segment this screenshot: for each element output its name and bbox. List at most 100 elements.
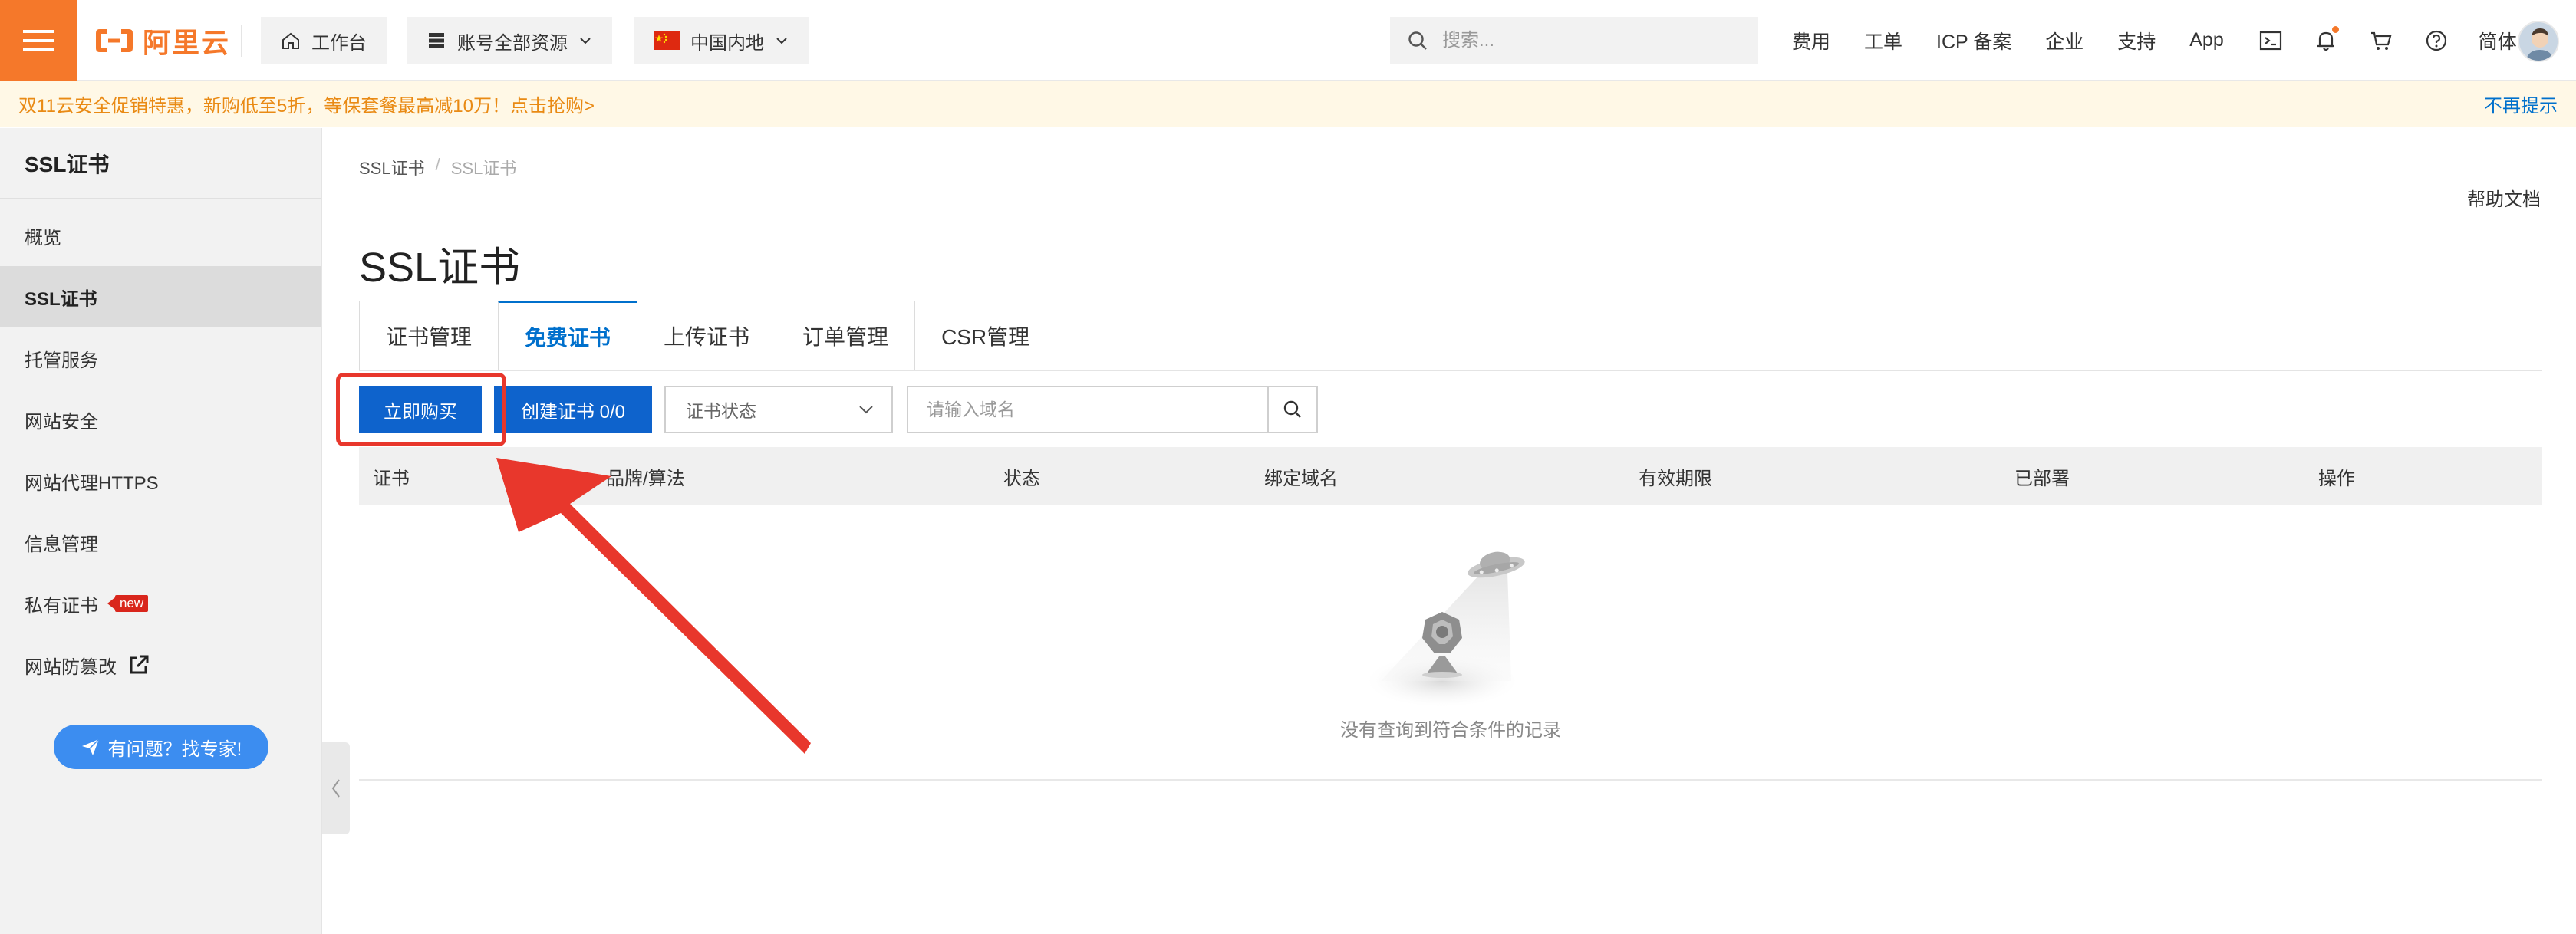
sidebar-item-info-management[interactable]: 信息管理 — [0, 511, 321, 573]
sidebar-item-tamper-protection[interactable]: 网站防篡改 — [0, 634, 321, 696]
hamburger-menu-button[interactable] — [0, 0, 77, 81]
column-header-domain: 绑定域名 — [1264, 468, 1338, 489]
aliyun-logo[interactable]: 阿里云 — [94, 23, 230, 58]
promotion-link[interactable]: 双11云安全促销特惠，新购低至5折，等保套餐最高减10万！点击抢购> — [18, 90, 595, 117]
sidebar-item-managed-service[interactable]: 托管服务 — [0, 327, 321, 389]
paper-plane-icon — [81, 738, 100, 755]
sidebar-item-label: 信息管理 — [25, 534, 98, 555]
divider — [241, 25, 242, 57]
tab-cert-management[interactable]: 证书管理 — [359, 301, 499, 371]
global-search-input[interactable] — [1441, 29, 1732, 52]
tab-csr-management[interactable]: CSR管理 — [914, 301, 1057, 371]
top-navigation-bar: 阿里云 工作台 账号全部资源 中国内地 搜索... 费用 工单 ICP 备案 企… — [0, 0, 2576, 81]
table-bottom-border — [359, 779, 2542, 781]
enterprise-link[interactable]: 企业 — [2045, 27, 2084, 54]
avatar-icon — [2519, 22, 2558, 61]
new-badge: new — [107, 595, 149, 612]
logo-text: 阿里云 — [143, 27, 231, 58]
cert-status-select[interactable]: 证书状态 — [664, 386, 893, 433]
resources-dropdown[interactable]: 账号全部资源 — [407, 17, 612, 64]
server-icon — [429, 33, 444, 48]
page-title: SSL证书 — [359, 245, 521, 291]
notification-dot — [2331, 25, 2339, 33]
domain-search-button[interactable] — [1267, 387, 1316, 432]
empty-ufo-illustration-icon — [1367, 551, 1525, 707]
workbench-label: 工作台 — [311, 32, 367, 54]
sidebar-item-label: 托管服务 — [25, 350, 98, 371]
tab-order-management[interactable]: 订单管理 — [776, 301, 915, 371]
sidebar-item-label: 网站安全 — [25, 411, 98, 432]
chevron-down-icon — [580, 38, 591, 44]
user-avatar[interactable] — [2518, 21, 2559, 62]
cart-icon — [2370, 31, 2392, 50]
sidebar-title: SSL证书 — [0, 128, 321, 199]
sidebar: SSL证书 概览 SSL证书 托管服务 网站安全 网站代理HTTPS 信息管理 … — [0, 128, 322, 934]
sidebar-item-website-security[interactable]: 网站安全 — [0, 389, 321, 450]
tab-label: 免费证书 — [525, 326, 611, 350]
ticket-link[interactable]: 工单 — [1864, 27, 1902, 54]
terminal-button[interactable] — [2258, 28, 2284, 54]
breadcrumb-root-link[interactable]: SSL证书 — [359, 155, 425, 179]
breadcrumb: SSL证书 / SSL证书 — [359, 155, 516, 179]
sidebar-item-https-proxy[interactable]: 网站代理HTTPS — [0, 450, 321, 511]
column-header-brand: 品牌/算法 — [606, 468, 685, 489]
sidebar-item-label: 私有证书 — [25, 595, 98, 617]
global-search[interactable] — [1390, 17, 1758, 64]
column-header-cert: 证书 — [373, 468, 410, 489]
tab-label: 订单管理 — [802, 325, 889, 349]
chevron-down-icon — [776, 38, 787, 44]
china-flag-icon — [654, 31, 680, 50]
column-header-actions: 操作 — [2318, 468, 2355, 489]
help-doc-link[interactable]: 帮助文档 — [2467, 184, 2541, 211]
search-icon — [1408, 31, 1427, 50]
tab-label: 上传证书 — [664, 325, 750, 349]
create-cert-label: 创建证书 0/0 — [520, 401, 626, 423]
cart-button[interactable] — [2368, 28, 2394, 54]
support-link[interactable]: 支持 — [2117, 27, 2156, 54]
aliyun-logo-mark-icon — [96, 29, 133, 52]
domain-input[interactable] — [908, 387, 1267, 432]
create-cert-button[interactable]: 创建证书 0/0 — [494, 386, 652, 433]
tab-free-cert[interactable]: 免费证书 — [498, 301, 637, 371]
search-icon — [1283, 400, 1301, 418]
language-switch[interactable]: 简体 — [2479, 27, 2517, 54]
hamburger-icon — [23, 29, 54, 51]
column-header-deployed: 已部署 — [2014, 468, 2070, 489]
help-button[interactable] — [2423, 28, 2449, 54]
sidebar-item-overview[interactable]: 概览 — [0, 205, 321, 266]
table-header: 证书 品牌/算法 状态 绑定域名 有效期限 已部署 操作 — [359, 447, 2542, 505]
region-label: 中国内地 — [690, 32, 764, 54]
sidebar-item-private-cert[interactable]: 私有证书 new — [0, 573, 321, 634]
tab-upload-cert[interactable]: 上传证书 — [637, 301, 776, 371]
external-link-icon — [130, 655, 149, 674]
table-empty-state: 没有查询到符合条件的记录 — [359, 506, 2542, 779]
tab-label: CSR管理 — [941, 325, 1030, 349]
home-icon — [282, 32, 299, 49]
ask-expert-label: 有问题？找专家! — [107, 738, 242, 760]
terminal-icon — [2259, 31, 2281, 50]
sidebar-collapse-button[interactable] — [322, 742, 350, 834]
sidebar-item-label: 网站防篡改 — [25, 656, 117, 678]
notification-button[interactable] — [2313, 25, 2339, 54]
dismiss-banner-link[interactable]: 不再提示 — [2484, 90, 2558, 117]
breadcrumb-separator: / — [435, 155, 440, 174]
sidebar-item-label: 概览 — [25, 227, 61, 248]
buy-now-label: 立即购买 — [384, 401, 457, 423]
app-link[interactable]: App — [2189, 29, 2223, 51]
column-header-validity: 有效期限 — [1639, 468, 1712, 489]
region-dropdown[interactable]: 中国内地 — [634, 17, 809, 64]
column-header-status: 状态 — [1003, 468, 1040, 489]
tab-bar: 证书管理 免费证书 上传证书 订单管理 CSR管理 — [359, 301, 1057, 371]
sidebar-item-label: 网站代理HTTPS — [25, 472, 159, 494]
sidebar-item-label: SSL证书 — [25, 288, 97, 310]
empty-state-text: 没有查询到符合条件的记录 — [1340, 720, 1561, 741]
billing-link[interactable]: 费用 — [1792, 27, 1830, 54]
cert-status-value: 证书状态 — [686, 401, 756, 421]
promotion-banner: 双11云安全促销特惠，新购低至5折，等保套餐最高减10万！点击抢购> 不再提示 — [0, 81, 2576, 127]
buy-now-button[interactable]: 立即购买 — [359, 386, 482, 433]
workbench-button[interactable]: 工作台 — [261, 17, 387, 64]
sidebar-item-ssl-cert[interactable]: SSL证书 — [0, 266, 321, 327]
ask-expert-button[interactable]: 有问题？找专家! — [54, 725, 268, 769]
help-icon — [2426, 30, 2446, 51]
icp-link[interactable]: ICP 备案 — [1936, 27, 2011, 54]
